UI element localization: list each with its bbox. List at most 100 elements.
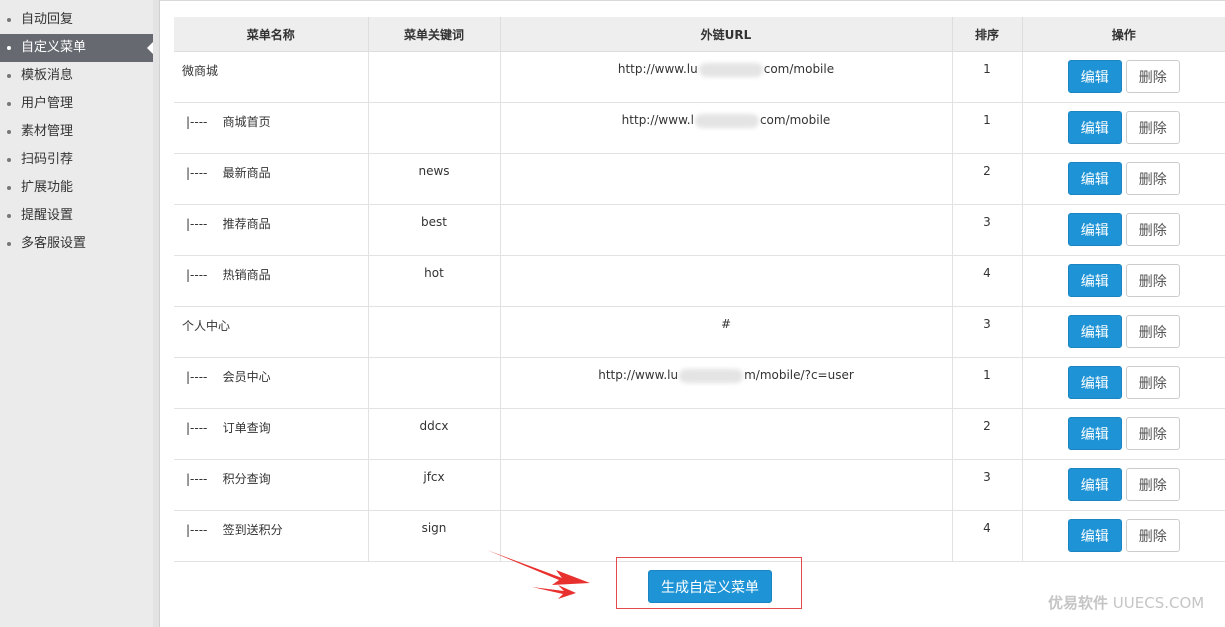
bullet-icon	[7, 186, 11, 190]
bullet-icon	[7, 18, 11, 22]
menu-keyword: hot	[424, 266, 444, 280]
cell-external-url: http://www.lu com/mobile	[500, 51, 953, 103]
redaction-blur	[679, 368, 744, 383]
table-row: |---- 商城首页 http://www.l com/mobile 1 编辑 删除	[174, 102, 1225, 154]
order-value: 3	[983, 215, 991, 229]
edit-button[interactable]: 编辑	[1067, 417, 1122, 450]
sidebar-item-custom-menu[interactable]: 自定义菜单	[0, 34, 154, 62]
sidebar-item-template-message[interactable]: 模板消息	[0, 62, 153, 90]
row-actions: 编辑 删除	[1023, 154, 1225, 195]
table-row: 微商城 http://www.lu com/mobile 1 编辑 删除	[174, 51, 1225, 103]
menu-keyword: news	[418, 164, 450, 178]
delete-button[interactable]: 删除	[1125, 417, 1180, 450]
menu-name: |---- 最新商品	[186, 166, 271, 180]
menu-name: 个人中心	[182, 319, 231, 333]
menu-keyword	[369, 358, 500, 368]
delete-button[interactable]: 删除	[1125, 162, 1180, 195]
cell-menu-name: 微商城	[174, 51, 369, 103]
row-actions: 编辑 删除	[1023, 358, 1225, 399]
menu-name: |---- 推荐商品	[186, 217, 271, 231]
menu-name: 微商城	[182, 64, 219, 78]
sidebar-item-label: 提醒设置	[21, 208, 74, 223]
cell-menu-keyword: hot	[368, 255, 501, 307]
cell-order: 1	[952, 102, 1023, 154]
cell-external-url	[500, 408, 953, 460]
sidebar-item-label: 素材管理	[21, 124, 74, 139]
external-url	[501, 460, 952, 470]
cell-order: 1	[952, 51, 1023, 103]
cell-menu-name: 个人中心	[174, 306, 369, 358]
sidebar-item-user-management[interactable]: 用户管理	[0, 90, 153, 118]
delete-button[interactable]: 删除	[1125, 264, 1180, 297]
edit-button[interactable]: 编辑	[1067, 111, 1122, 144]
sidebar-item-extensions[interactable]: 扩展功能	[0, 174, 153, 202]
sidebar-item-reminder-settings[interactable]: 提醒设置	[0, 202, 153, 230]
edit-button[interactable]: 编辑	[1067, 315, 1122, 348]
sidebar-item-label: 扫码引荐	[21, 152, 74, 167]
cell-menu-keyword: ddcx	[368, 408, 501, 460]
cell-menu-name: |---- 热销商品	[174, 255, 369, 307]
cell-menu-keyword: sign	[368, 510, 501, 562]
row-actions: 编辑 删除	[1023, 103, 1225, 144]
arrow-lower	[532, 585, 576, 599]
redaction-blur	[694, 113, 759, 128]
edit-button[interactable]: 编辑	[1067, 519, 1122, 552]
sidebar-item-material-management[interactable]: 素材管理	[0, 118, 153, 146]
cell-actions: 编辑 删除	[1022, 408, 1225, 460]
watermark-brand: 优易软件	[1048, 594, 1109, 612]
sidebar-item-label: 多客服设置	[21, 236, 87, 251]
order-value: 4	[983, 521, 991, 535]
order-value: 1	[983, 62, 991, 76]
edit-button[interactable]: 编辑	[1067, 468, 1122, 501]
url-prefix: #	[720, 317, 732, 331]
table-row: 个人中心 #3 编辑 删除	[174, 306, 1225, 358]
order-value: 3	[983, 470, 991, 484]
cell-menu-keyword: jfcx	[368, 459, 501, 511]
column-header-actions: 操作	[1022, 17, 1225, 52]
table-row: |---- 会员中心 http://www.lu m/mobile/?c=user 1…	[174, 357, 1225, 409]
sidebar-item-multi-service-settings[interactable]: 多客服设置	[0, 230, 153, 258]
delete-button[interactable]: 删除	[1125, 366, 1180, 399]
cell-external-url	[500, 153, 953, 205]
edit-button[interactable]: 编辑	[1067, 264, 1122, 297]
sidebar-item-scan-referral[interactable]: 扫码引荐	[0, 146, 153, 174]
menu-keyword	[369, 103, 500, 113]
cell-menu-name: |---- 订单查询	[174, 408, 369, 460]
cell-actions: 编辑 删除	[1022, 510, 1225, 562]
cell-external-url	[500, 204, 953, 256]
bullet-icon	[7, 158, 11, 162]
redaction-blur	[698, 62, 763, 77]
menu-table: 菜单名称 菜单关键词 外链URL 排序 操作 微商城 http://www.lu c…	[174, 17, 1225, 562]
order-value: 1	[983, 113, 991, 127]
cell-order: 2	[952, 408, 1023, 460]
sidebar: 自动回复 自定义菜单 模板消息 用户管理 素材管理 扫码引荐 扩展功能 提醒设置…	[0, 0, 160, 627]
menu-keyword	[369, 307, 500, 317]
edit-button[interactable]: 编辑	[1067, 366, 1122, 399]
cell-external-url: http://www.l com/mobile	[500, 102, 953, 154]
cell-menu-name: |---- 最新商品	[174, 153, 369, 205]
edit-button[interactable]: 编辑	[1067, 213, 1122, 246]
content-top-border	[160, 0, 1225, 1]
row-actions: 编辑 删除	[1023, 52, 1225, 93]
row-actions: 编辑 删除	[1023, 307, 1225, 348]
edit-button[interactable]: 编辑	[1067, 60, 1122, 93]
delete-button[interactable]: 删除	[1125, 213, 1180, 246]
cell-menu-keyword: news	[368, 153, 501, 205]
cell-external-url	[500, 255, 953, 307]
menu-name: |---- 商城首页	[186, 115, 271, 129]
url-prefix: http://www.l	[621, 113, 694, 127]
sidebar-item-auto-reply[interactable]: 自动回复	[0, 6, 153, 34]
delete-button[interactable]: 删除	[1125, 111, 1180, 144]
delete-button[interactable]: 删除	[1125, 519, 1180, 552]
generate-menu-button[interactable]: 生成自定义菜单	[648, 570, 772, 603]
row-actions: 编辑 删除	[1023, 205, 1225, 246]
cell-menu-name: |---- 会员中心	[174, 357, 369, 409]
delete-button[interactable]: 删除	[1125, 315, 1180, 348]
cell-menu-name: |---- 推荐商品	[174, 204, 369, 256]
cell-order: 3	[952, 459, 1023, 511]
external-url	[501, 409, 952, 419]
cell-actions: 编辑 删除	[1022, 255, 1225, 307]
delete-button[interactable]: 删除	[1125, 60, 1180, 93]
edit-button[interactable]: 编辑	[1067, 162, 1122, 195]
delete-button[interactable]: 删除	[1125, 468, 1180, 501]
